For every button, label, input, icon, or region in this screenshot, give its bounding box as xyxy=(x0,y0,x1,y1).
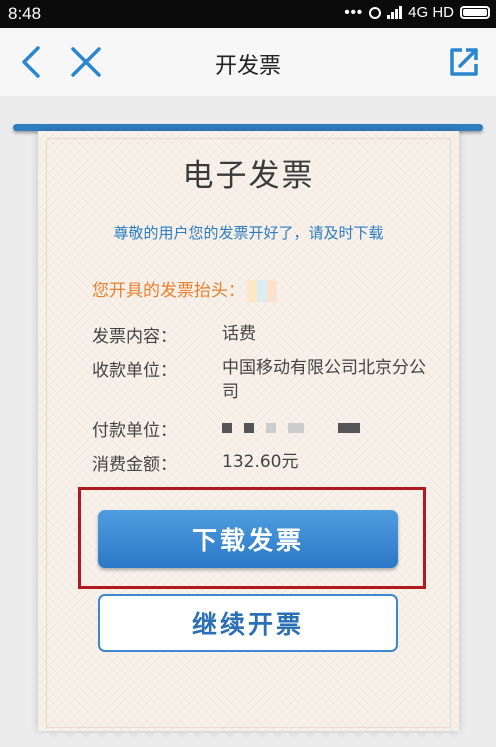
network-label: 4G HD xyxy=(408,4,454,21)
nav-bar: 开发票 xyxy=(0,28,496,96)
row-label: 消费金额： xyxy=(92,455,177,475)
row-label: 付款单位： xyxy=(92,421,177,441)
notification-dots: ••• xyxy=(344,4,364,21)
row-value: 话费 xyxy=(222,324,256,344)
page-title: 开发票 xyxy=(214,54,281,79)
download-invoice-button[interactable]: 下载发票 xyxy=(98,510,398,568)
signal-icon xyxy=(387,6,403,19)
row-label: 收款单位： xyxy=(92,361,177,381)
row-value: 中国移动有限公司北京分公司 xyxy=(222,358,426,402)
battery-icon xyxy=(460,6,490,19)
row-value: 132.60元 xyxy=(222,452,299,472)
continue-invoice-button[interactable]: 继续开票 xyxy=(98,594,398,652)
printer-slot xyxy=(13,124,483,131)
row-label: 发票内容： xyxy=(92,327,177,347)
open-external-button[interactable] xyxy=(444,42,484,82)
invoice-title: 电子发票 xyxy=(182,158,315,194)
status-bar: 8:48 ••• 4G HD xyxy=(0,0,496,28)
invoice-subtitle: 尊敬的用户您的发票开好了，请及时下载 xyxy=(113,224,384,242)
status-icons: ••• 4G HD xyxy=(344,4,490,21)
invoice-header-label: 您开具的发票抬头： xyxy=(92,281,245,301)
invoice-header-line: 您开具的发票抬头： xyxy=(92,276,277,302)
alarm-icon xyxy=(369,6,382,19)
redacted-header-value xyxy=(247,280,277,302)
redacted-payer-value xyxy=(222,416,432,440)
invoice-torn-edge xyxy=(38,723,459,739)
open-external-icon xyxy=(450,48,478,76)
status-time: 8:48 xyxy=(8,4,42,23)
